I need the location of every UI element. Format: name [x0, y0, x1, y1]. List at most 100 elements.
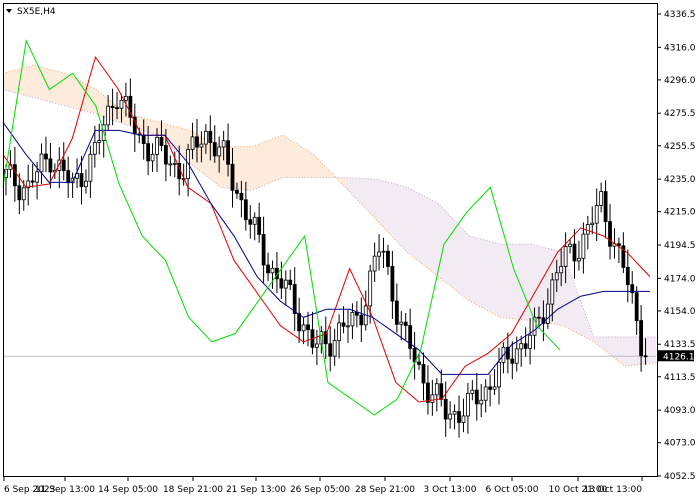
candle-body [155, 136, 159, 155]
candle-body [159, 136, 164, 146]
candle-body [203, 130, 208, 145]
time-tick-label: 13 Oct 13:00 [583, 485, 642, 495]
candle-body [354, 312, 359, 316]
candle-body [381, 250, 386, 253]
candle-body [341, 322, 346, 327]
price-chart[interactable]: 4336.5 4316.0 4296.0 4275.5 4255.5 4235.0 4215… [0, 0, 700, 500]
time-tick-label: 11 Sep 13:00 [35, 485, 95, 495]
candle-body [390, 266, 395, 302]
candle-body [577, 257, 581, 262]
candle-body [559, 266, 564, 274]
time-tick-label: 6 Oct 05:00 [486, 485, 539, 495]
candle-body [17, 185, 22, 201]
candle-body [492, 386, 497, 390]
candle-body [439, 383, 444, 400]
candle-body [554, 272, 559, 281]
candle-body [301, 324, 306, 332]
candle-body [350, 312, 355, 327]
candle-body [97, 140, 102, 143]
time-tick-label: 18 Sep 21:00 [163, 485, 223, 495]
candle-body [208, 130, 213, 143]
price-tick-label: 4275.5 [664, 109, 696, 119]
candle-body [590, 222, 595, 225]
candle-body [39, 153, 44, 173]
candle-body [163, 145, 168, 165]
candle-body [199, 143, 204, 148]
candle-body [545, 303, 550, 324]
cloud-segment [500, 244, 532, 321]
candle-body [581, 233, 586, 259]
candle-body [115, 107, 119, 110]
candle-body [279, 278, 284, 289]
candle-body [479, 399, 484, 405]
candle-body [141, 134, 146, 145]
candle-body [261, 234, 266, 266]
candle-body [66, 170, 71, 184]
candle-body [239, 192, 244, 201]
price-tick-label: 4154.0 [664, 307, 696, 317]
candle-body [483, 386, 488, 401]
candle-body [252, 216, 257, 225]
candle-body [466, 392, 470, 417]
candle-body [572, 243, 577, 262]
price-tick-label: 4073.0 [664, 439, 696, 449]
candle-body [417, 361, 421, 365]
candle-body [434, 383, 439, 396]
candle-body [12, 164, 17, 187]
candle-body [377, 251, 381, 257]
candle-body [372, 255, 377, 272]
candle-body [248, 219, 253, 225]
candle-body [230, 163, 235, 191]
candle-body [550, 279, 555, 305]
candle-body [88, 153, 93, 182]
candle-body [146, 143, 151, 162]
candle-body [386, 250, 390, 267]
candle-body [226, 140, 230, 165]
time-tick-label: 26 Sep 05:00 [290, 485, 350, 495]
candle-body [266, 264, 270, 274]
candle-body [461, 415, 466, 423]
time-tick-label: 28 Sep 21:00 [355, 485, 415, 495]
price-tick-label: 4296.0 [664, 76, 696, 86]
candle-body [474, 389, 479, 405]
symbol-label[interactable]: SX5E,H4 [17, 7, 56, 17]
candle-body [603, 191, 608, 222]
candle-body [44, 153, 48, 160]
price-tick-label: 4052.5 [664, 472, 696, 482]
candle-body [61, 159, 66, 172]
candle-body [608, 221, 612, 247]
candle-body [443, 399, 448, 420]
candle-body [421, 364, 426, 384]
candle-body [30, 180, 35, 183]
candle-body [297, 313, 302, 332]
candle-body [288, 279, 293, 285]
time-tick-label: 3 Oct 13:00 [424, 485, 477, 495]
chart-background [0, 0, 700, 500]
candle-body [306, 324, 310, 331]
price-tick-label: 4235.0 [664, 175, 696, 185]
candle-body [359, 314, 364, 326]
candle-body [292, 284, 297, 315]
candle-body [337, 322, 342, 341]
candle-body [346, 325, 350, 328]
candle-body [124, 95, 128, 101]
candle-body [84, 180, 88, 188]
candle-body [394, 300, 399, 325]
candle-body [426, 382, 430, 403]
candle-body [190, 136, 195, 150]
candle-body [48, 158, 53, 173]
time-tick-label: 14 Sep 05:00 [98, 485, 158, 495]
time-tick-label: 21 Sep 13:00 [226, 485, 286, 495]
candle-body [488, 386, 493, 390]
candle-body [195, 136, 199, 148]
candle-body [537, 316, 541, 319]
candle-body [283, 279, 288, 289]
candle-body [314, 343, 319, 348]
price-tick-label: 4316.0 [664, 43, 696, 53]
candle-body [106, 105, 111, 126]
candle-body [510, 358, 515, 364]
price-tick-label: 4194.5 [664, 241, 696, 251]
candle-body [119, 99, 124, 109]
candle-body [243, 199, 248, 221]
candle-body [568, 243, 572, 247]
